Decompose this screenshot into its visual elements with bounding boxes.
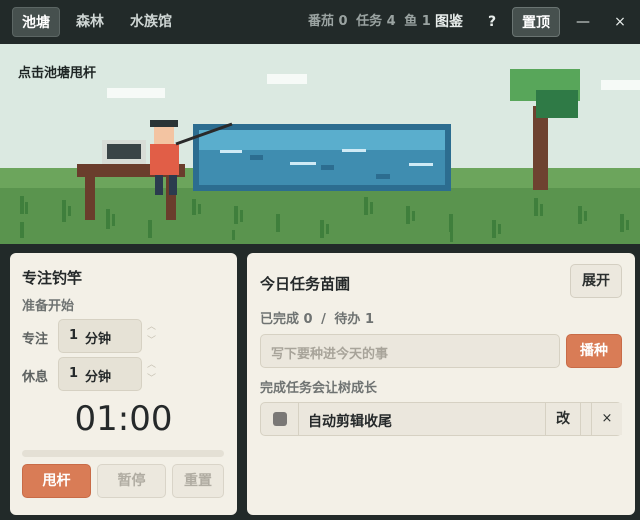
task-checkbox[interactable] <box>261 403 299 435</box>
tomato-count: 0 <box>338 14 348 29</box>
pond-scene[interactable]: 点击池塘甩杆 <box>0 44 640 244</box>
tree-leaves-dark <box>536 90 578 118</box>
focus-duration-label: 专注 <box>22 332 49 347</box>
checkbox-icon <box>273 412 287 426</box>
focus-increment-icon[interactable]: ︿ <box>147 323 156 332</box>
tomato-label: 番茄 <box>308 14 335 29</box>
fisher-face <box>154 127 174 144</box>
expand-button[interactable]: 展开 <box>570 264 622 298</box>
task-tip: 完成任务会让树成长 <box>260 381 378 396</box>
pin-on-top-button[interactable]: 置顶 <box>512 7 560 37</box>
help-button[interactable]: ? <box>478 7 506 37</box>
cloud <box>601 80 640 90</box>
tree-trunk <box>533 106 548 190</box>
task-input[interactable]: 写下要种进今天的事 <box>260 334 560 368</box>
plant-button[interactable]: 播种 <box>566 334 622 368</box>
minimize-button[interactable]: — <box>568 7 598 37</box>
fish-stat-label: 鱼 <box>404 14 418 29</box>
tab-pond[interactable]: 池塘 <box>12 7 60 37</box>
fisher-leg <box>169 175 177 195</box>
edit-task-button[interactable]: 改 <box>545 403 581 435</box>
task-input-placeholder: 写下要种进今天的事 <box>271 347 389 362</box>
focus-status: 准备开始 <box>22 299 75 314</box>
focus-panel-title: 专注钓竿 <box>22 269 83 287</box>
fisher-leg <box>155 175 163 195</box>
rest-duration-unit: 分钟 <box>85 370 112 385</box>
water-ripple <box>342 149 366 152</box>
stats-bar: 番茄 0 任务 4 鱼 1 <box>308 0 431 44</box>
task-row: 自动剪辑收尾 改 × <box>260 402 622 436</box>
focus-duration-input[interactable]: 1 分钟 <box>58 319 142 353</box>
todo-count: 1 <box>364 312 374 327</box>
scene-hint: 点击池塘甩杆 <box>18 66 97 81</box>
task-panel: 今日任务苗圃 展开 已完成 0 / 待办 1 写下要种进今天的事 播种 完成任务… <box>247 253 635 515</box>
focus-duration-unit: 分钟 <box>85 332 112 347</box>
water-ripple <box>220 150 242 153</box>
pond-water-shine <box>199 130 445 150</box>
tab-aquarium[interactable]: 水族馆 <box>122 7 180 37</box>
focus-decrement-icon[interactable]: ﹀ <box>147 337 156 346</box>
close-window-button[interactable]: × <box>606 7 634 37</box>
fisher-body <box>150 144 179 175</box>
task-stat-count: 4 <box>386 14 396 29</box>
fisher-hat <box>150 120 178 127</box>
done-count: 0 <box>303 312 313 327</box>
delete-task-button[interactable]: × <box>591 403 622 435</box>
cloud <box>107 88 165 98</box>
task-panel-title: 今日任务苗圃 <box>260 275 351 293</box>
cast-button[interactable]: 甩杆 <box>22 464 91 498</box>
water-ripple <box>409 163 433 166</box>
water-ripple <box>290 162 316 165</box>
reset-button[interactable]: 重置 <box>172 464 224 498</box>
timer-progress-bar <box>22 450 224 457</box>
fish-shadow <box>250 155 263 160</box>
task-counts: 已完成 0 / 待办 1 <box>260 308 374 327</box>
rest-decrement-icon[interactable]: ﹀ <box>147 375 156 384</box>
desk-leg <box>85 176 95 220</box>
task-stat-label: 任务 <box>356 14 383 29</box>
focus-panel: 专注钓竿 准备开始 专注 1 分钟 ︿ ﹀ 休息 1 分钟 ︿ ﹀ 01:00 … <box>10 253 237 515</box>
task-text: 自动剪辑收尾 <box>308 414 392 430</box>
done-label: 已完成 <box>260 312 300 327</box>
rest-duration-label: 休息 <box>22 370 49 385</box>
todo-label: 待办 <box>334 312 361 327</box>
rest-duration-input[interactable]: 1 分钟 <box>58 357 142 391</box>
fish-shadow <box>376 174 390 179</box>
rest-duration-value: 1 <box>69 366 79 381</box>
pause-button[interactable]: 暂停 <box>97 464 166 498</box>
focus-duration-value: 1 <box>69 328 79 343</box>
count-separator: / <box>321 312 326 327</box>
laptop-screen <box>107 144 141 159</box>
catalog-button[interactable]: 图鉴 <box>428 7 470 37</box>
cloud <box>267 74 307 84</box>
tab-forest[interactable]: 森林 <box>66 7 114 37</box>
top-bar: 池塘 森林 水族馆 番茄 0 任务 4 鱼 1 图鉴 ? 置顶 — × <box>0 0 640 44</box>
timer-display: 01:00 <box>74 399 173 439</box>
fish-shadow <box>321 165 334 170</box>
rest-increment-icon[interactable]: ︿ <box>147 361 156 370</box>
